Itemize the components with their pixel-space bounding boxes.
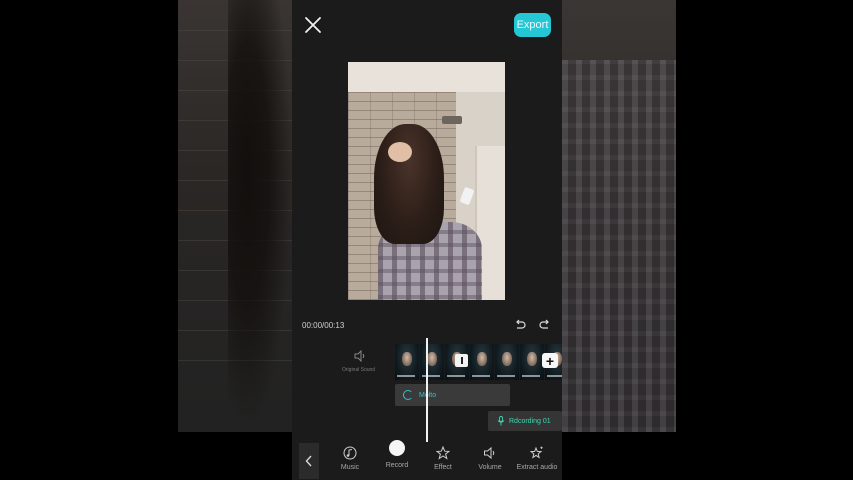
chevron-left-icon (305, 455, 312, 467)
bottom-toolbar: Music Record Effect Volume Extract audio (292, 440, 562, 480)
split-clip-button[interactable] (455, 354, 468, 367)
timecode: 00:00/00:13 (302, 321, 345, 330)
playhead[interactable] (426, 338, 428, 442)
music-clip[interactable]: Molto (395, 384, 510, 406)
tool-extract-audio-label: Extract audio (516, 464, 558, 471)
speaker-icon[interactable] (354, 350, 366, 362)
video-thumbnail (395, 344, 419, 380)
loading-icon (403, 390, 413, 400)
video-thumbnail (420, 344, 444, 380)
tool-effect-label: Effect (434, 464, 452, 471)
video-thumbnail (520, 344, 544, 380)
speaker-icon (484, 446, 495, 460)
tool-music-label: Music (340, 464, 360, 471)
sparkle-star-icon (530, 446, 543, 459)
star-icon (436, 446, 450, 460)
tool-volume[interactable]: Volume (467, 442, 513, 480)
tool-record[interactable]: Record (374, 440, 420, 480)
tool-extract-audio[interactable]: Extract audio (514, 442, 560, 480)
undo-icon[interactable] (514, 319, 526, 331)
recording-clip[interactable]: Rdcording 01 (488, 411, 562, 431)
back-button[interactable] (299, 443, 319, 479)
background-blur-right (562, 0, 676, 432)
tool-volume-label: Volume (478, 464, 502, 471)
music-note-icon (343, 446, 357, 460)
tool-record-label: Record (385, 462, 409, 469)
original-sound-label: Original Sound (342, 367, 376, 373)
microphone-icon (497, 416, 505, 426)
close-icon[interactable] (302, 14, 324, 36)
video-thumbnail (470, 344, 494, 380)
record-dot-icon (389, 440, 405, 456)
video-preview[interactable] (348, 62, 505, 300)
add-clip-button[interactable]: + (542, 353, 558, 369)
tool-effect[interactable]: Effect (420, 442, 466, 480)
video-editor-panel: Export 00:00/00:13 Original Sound + Rdco… (292, 0, 562, 480)
video-thumbnail (495, 344, 519, 380)
tool-music[interactable]: Music (327, 442, 373, 480)
video-filmstrip[interactable] (395, 344, 562, 380)
redo-icon[interactable] (539, 319, 551, 331)
export-button[interactable]: Export (514, 13, 551, 37)
background-blur-left (178, 0, 292, 432)
recording-clip-label: Rdcording 01 (509, 417, 551, 425)
